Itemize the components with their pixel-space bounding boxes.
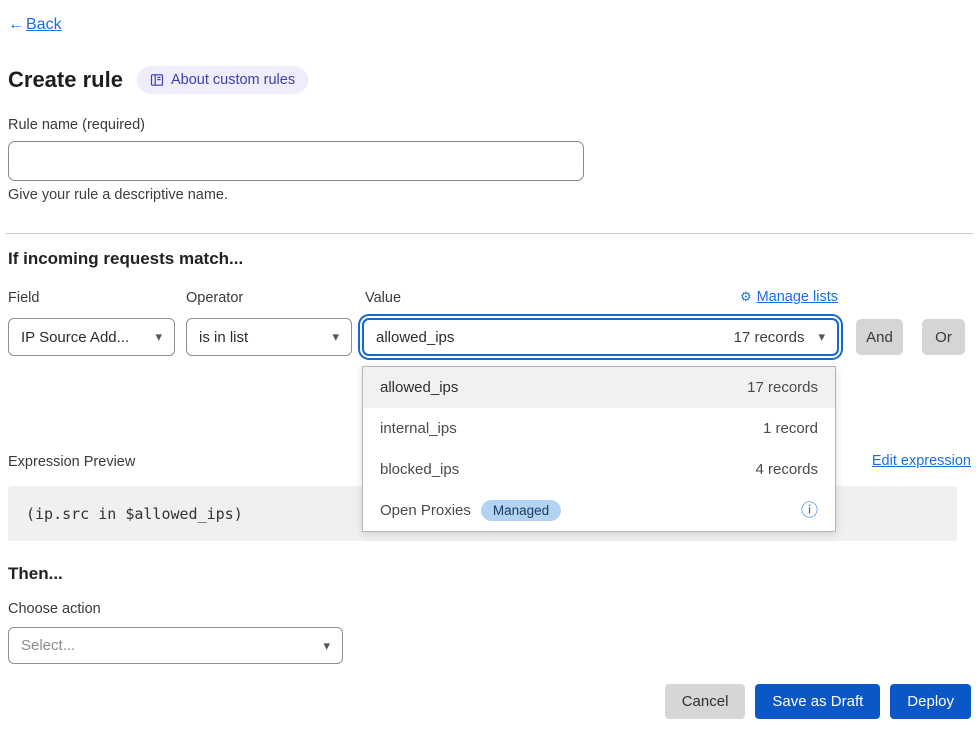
edit-expression-link[interactable]: Edit expression — [872, 453, 971, 469]
back-link[interactable]: ←Back — [8, 16, 62, 34]
managed-badge: Managed — [481, 500, 561, 521]
match-section-heading: If incoming requests match... — [8, 249, 243, 269]
operator-label: Operator — [186, 290, 243, 306]
footer-actions: Cancel Save as Draft Deploy — [665, 684, 971, 719]
list-option-internal-ips[interactable]: internal_ips 1 record — [363, 408, 835, 449]
list-option-records: 1 record — [763, 420, 818, 437]
chevron-down-icon: ▾ — [332, 329, 339, 345]
section-divider — [6, 233, 973, 234]
or-button[interactable]: Or — [922, 319, 965, 355]
list-option-records: 4 records — [755, 461, 818, 478]
value-select-records: 17 records — [734, 329, 805, 346]
save-as-draft-button[interactable]: Save as Draft — [755, 684, 880, 719]
chevron-down-icon: ▾ — [818, 329, 825, 345]
chevron-down-icon: ▾ — [155, 329, 162, 345]
operator-select[interactable]: is in list ▾ — [186, 318, 352, 356]
list-option-name: allowed_ips — [380, 379, 458, 396]
back-arrow-icon: ← — [8, 16, 24, 33]
expression-preview-label: Expression Preview — [8, 454, 135, 470]
about-badge-label: About custom rules — [171, 72, 295, 88]
value-label: Value — [365, 290, 401, 306]
field-label: Field — [8, 290, 39, 306]
list-option-name: Open Proxies — [380, 502, 471, 519]
gear-icon: ⚙ — [740, 289, 752, 305]
page-title: Create rule — [8, 67, 123, 93]
book-icon — [150, 73, 164, 87]
action-select-placeholder: Select... — [21, 637, 75, 654]
chevron-down-icon: ▾ — [323, 638, 330, 654]
list-option-records: 17 records — [747, 379, 818, 396]
operator-select-value: is in list — [199, 329, 248, 346]
deploy-button[interactable]: Deploy — [890, 684, 971, 719]
about-custom-rules-link[interactable]: About custom rules — [137, 66, 308, 94]
rule-name-label: Rule name (required) — [8, 117, 145, 133]
cancel-button[interactable]: Cancel — [665, 684, 746, 719]
list-option-name: internal_ips — [380, 420, 457, 437]
create-rule-page: ←Back Create rule About custom rules Rul… — [0, 0, 979, 739]
field-select[interactable]: IP Source Add... ▾ — [8, 318, 175, 356]
manage-lists-link[interactable]: ⚙ Manage lists — [740, 289, 838, 305]
list-option-open-proxies[interactable]: Open Proxies Managed ⓘ — [363, 490, 835, 531]
back-label: Back — [26, 16, 62, 33]
then-section-heading: Then... — [8, 564, 63, 584]
value-select[interactable]: allowed_ips 17 records ▾ — [362, 318, 839, 356]
list-option-allowed-ips[interactable]: allowed_ips 17 records — [363, 367, 835, 408]
list-option-blocked-ips[interactable]: blocked_ips 4 records — [363, 449, 835, 490]
rule-name-help-text: Give your rule a descriptive name. — [8, 187, 228, 203]
field-select-value: IP Source Add... — [21, 329, 129, 346]
rule-name-input[interactable] — [8, 141, 584, 181]
manage-lists-label: Manage lists — [757, 289, 838, 305]
lists-dropdown-panel: allowed_ips 17 records internal_ips 1 re… — [362, 366, 836, 532]
list-option-name: blocked_ips — [380, 461, 459, 478]
expression-code: (ip.src in $allowed_ips) — [26, 505, 243, 523]
and-button[interactable]: And — [856, 319, 903, 355]
value-select-value: allowed_ips — [376, 329, 454, 346]
info-icon[interactable]: ⓘ — [801, 502, 818, 519]
choose-action-label: Choose action — [8, 601, 101, 617]
page-header: Create rule About custom rules — [8, 66, 308, 94]
action-select[interactable]: Select... ▾ — [8, 627, 343, 664]
